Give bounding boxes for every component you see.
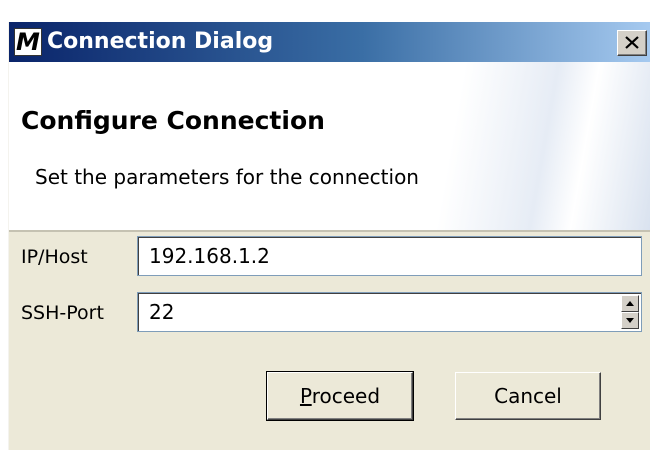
close-button[interactable] [617,30,647,56]
host-label: IP/Host [21,246,88,268]
spin-up-button[interactable] [621,295,639,312]
banner-title: Configure Connection [21,106,325,135]
port-value: 22 [149,300,175,324]
proceed-label: roceed [311,384,381,408]
host-value: 192.168.1.2 [149,244,270,268]
proceed-button[interactable]: Proceed [266,371,414,421]
connection-dialog: M Connection Dialog Configure Connection… [8,22,650,450]
port-spinner[interactable] [621,295,639,329]
app-logo-icon: M [14,28,42,56]
port-label: SSH-Port [21,302,104,324]
spin-down-button[interactable] [621,312,639,329]
title-bar[interactable]: M Connection Dialog [9,22,650,62]
cancel-button[interactable]: Cancel [455,372,601,420]
proceed-mnemonic: P [299,384,312,408]
host-input[interactable]: 192.168.1.2 [137,236,642,276]
port-spinner-input[interactable]: 22 [137,292,642,332]
window-title: Connection Dialog [47,29,274,54]
arrow-down-icon [626,318,634,323]
banner-subtitle: Set the parameters for the connection [35,165,419,189]
cancel-label: Cancel [494,384,562,408]
header-banner: Configure Connection Set the parameters … [9,62,650,232]
arrow-up-icon [626,301,634,306]
close-icon [625,36,639,49]
